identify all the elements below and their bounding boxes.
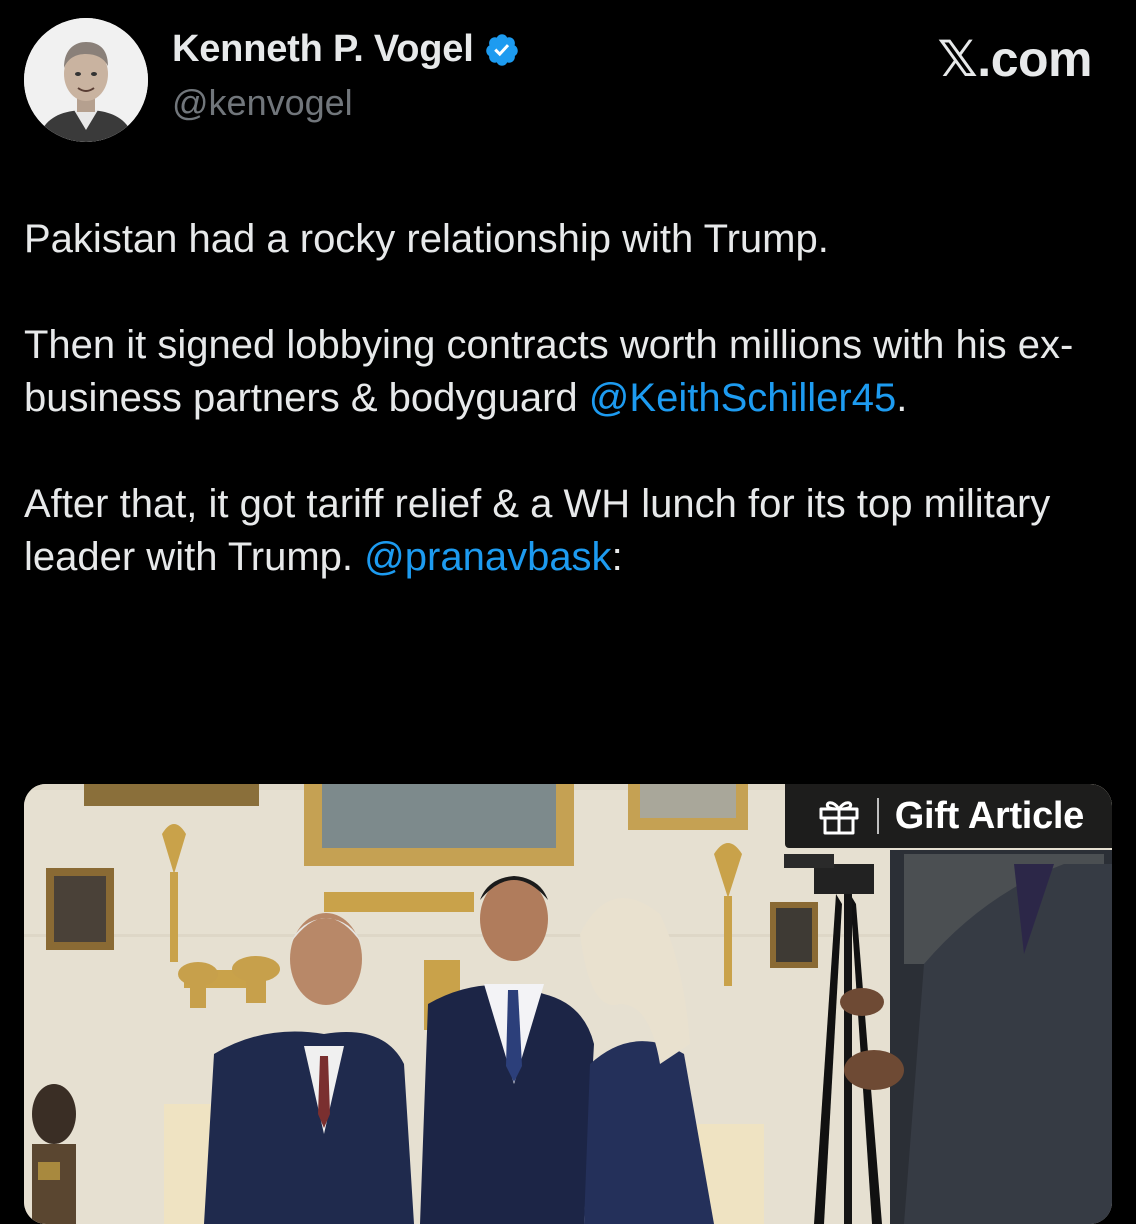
tweet-text: Pakistan had a rocky relationship with T… <box>24 213 1114 584</box>
tweet-media-photo[interactable]: Gift Article <box>24 784 1112 1224</box>
oval-office-photo-illustration <box>24 784 1112 1224</box>
x-logo: 𝕏.com <box>937 31 1093 87</box>
tweet-paragraph-1: Pakistan had a rocky relationship with T… <box>24 213 1114 266</box>
profile-photo-icon <box>24 18 148 142</box>
gift-divider <box>876 798 879 834</box>
verified-badge-icon <box>484 32 520 68</box>
tweet-paragraph-2: Then it signed lobbying contracts worth … <box>24 319 1114 425</box>
gift-icon <box>817 796 861 836</box>
tweet-paragraph-2-tail: . <box>896 376 908 420</box>
tweet-paragraph-1-text: Pakistan had a rocky relationship with T… <box>24 217 829 261</box>
tweet-paragraph-2-text: Then it signed lobbying contracts worth … <box>24 323 1074 420</box>
gift-article-label: Gift Article <box>894 794 1085 837</box>
mention-keithschiller45-link[interactable]: @KeithSchiller45 <box>589 376 896 420</box>
tweet-paragraph-3: After that, it got tariff relief & a WH … <box>24 478 1114 584</box>
tweet-paragraph-3-tail: : <box>611 535 623 579</box>
author-name-row[interactable]: Kenneth P. Vogel <box>172 28 520 71</box>
author-handle[interactable]: @kenvogel <box>172 82 353 124</box>
mention-pranavbask-link[interactable]: @pranavbask <box>364 535 611 579</box>
avatar[interactable] <box>24 18 148 142</box>
author-display-name[interactable]: Kenneth P. Vogel <box>172 28 474 71</box>
gift-article-button[interactable]: Gift Article <box>784 784 1112 848</box>
